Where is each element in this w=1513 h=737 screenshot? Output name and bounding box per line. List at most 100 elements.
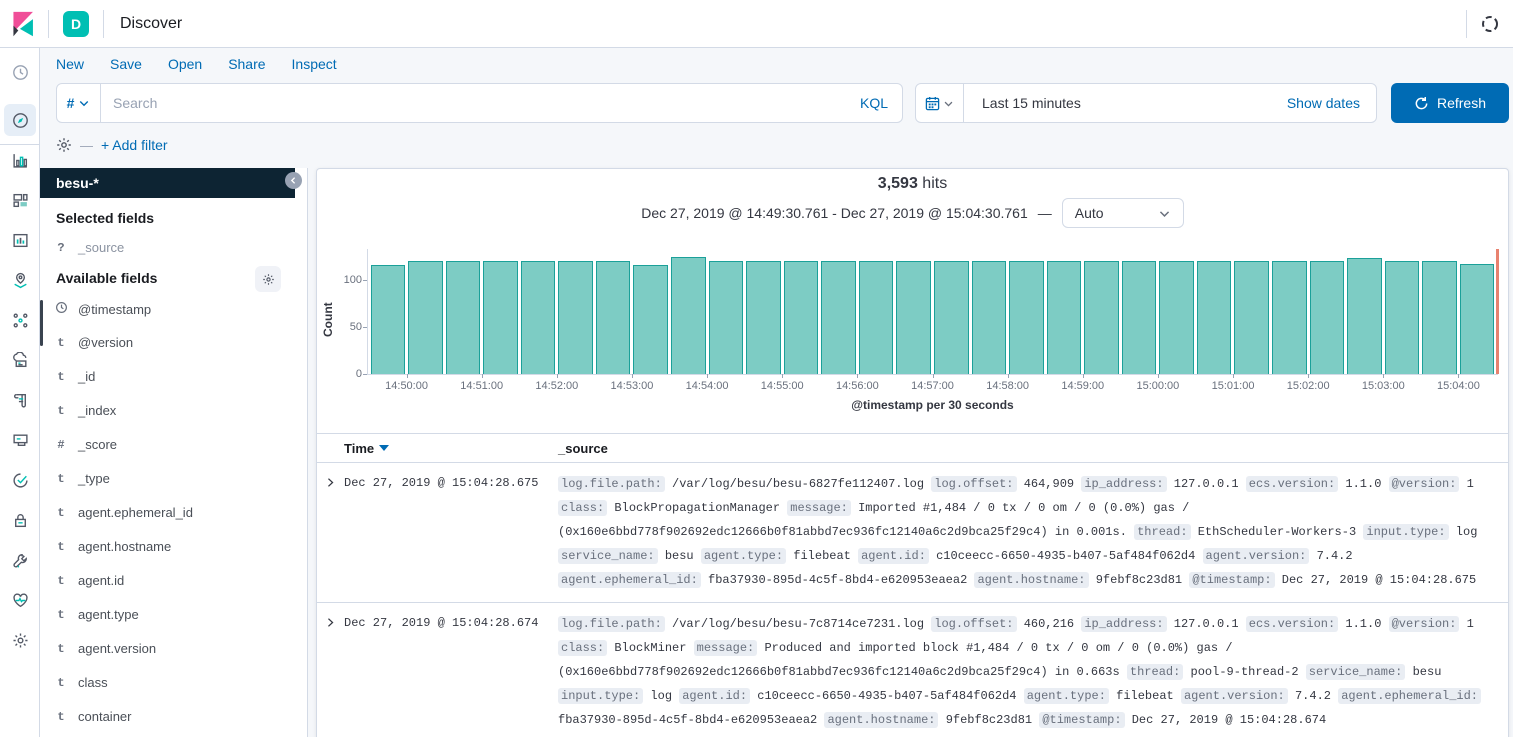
refresh-button[interactable]: Refresh (1391, 83, 1509, 123)
interval-select[interactable]: Auto (1062, 198, 1184, 228)
field-key-badge[interactable]: input.type: (1363, 524, 1448, 540)
field-key-badge[interactable]: message: (787, 500, 851, 516)
histogram-bar[interactable] (784, 261, 819, 374)
histogram-bar[interactable] (1084, 261, 1119, 374)
fields-filter-gear-icon[interactable] (255, 266, 281, 292)
time-range-value[interactable]: Last 15 minutes (964, 95, 1271, 111)
available-field-agent.version[interactable]: tagent.version (54, 641, 289, 656)
available-field-@version[interactable]: t@version (54, 335, 289, 350)
available-field-class[interactable]: tclass (54, 675, 289, 690)
logs-scroll-icon[interactable] (4, 384, 36, 416)
calendar-button[interactable] (916, 84, 964, 122)
dashboard-icon[interactable] (4, 184, 36, 216)
histogram-bar[interactable] (1197, 261, 1232, 374)
histogram-bar[interactable] (1047, 261, 1082, 374)
new-button[interactable]: New (56, 56, 84, 72)
index-pattern-selector[interactable]: besu-* (40, 168, 295, 198)
field-key-badge[interactable]: log.offset: (931, 616, 1016, 632)
expand-row-chevron-icon[interactable] (317, 612, 344, 732)
histogram-bar[interactable] (821, 261, 856, 374)
field-key-badge[interactable]: agent.version: (1181, 688, 1288, 704)
histogram-bar[interactable] (1272, 261, 1307, 374)
field-key-badge[interactable]: ecs.version: (1246, 616, 1338, 632)
available-field-agent.hostname[interactable]: tagent.hostname (54, 539, 289, 554)
uptime-clock-icon[interactable] (4, 464, 36, 496)
histogram-bar[interactable] (859, 261, 894, 374)
field-key-badge[interactable]: log.file.path: (558, 616, 665, 632)
canvas-icon[interactable] (4, 224, 36, 256)
siem-lock-icon[interactable] (4, 504, 36, 536)
histogram-bar[interactable] (896, 261, 931, 374)
histogram-bar[interactable] (483, 261, 518, 374)
available-field-_type[interactable]: t_type (54, 471, 289, 486)
filter-settings-gear-icon[interactable] (56, 137, 72, 153)
field-key-badge[interactable]: agent.hostname: (824, 712, 938, 728)
machine-learning-icon[interactable] (4, 304, 36, 336)
selected-field-_source[interactable]: ?_source (54, 240, 289, 255)
field-key-badge[interactable]: agent.id: (858, 548, 929, 564)
available-field-agent.id[interactable]: tagent.id (54, 573, 289, 588)
field-key-badge[interactable]: service_name: (558, 548, 658, 564)
visualize-chart-icon[interactable] (4, 144, 36, 176)
histogram-bar[interactable] (1234, 261, 1269, 374)
field-key-badge[interactable]: @timestamp: (1039, 712, 1124, 728)
histogram-bar[interactable] (1122, 261, 1157, 374)
show-dates-button[interactable]: Show dates (1271, 95, 1376, 111)
available-field-agent.type[interactable]: tagent.type (54, 607, 289, 622)
field-key-badge[interactable]: log.offset: (931, 476, 1016, 492)
devtools-wrench-icon[interactable] (4, 544, 36, 576)
field-key-badge[interactable]: agent.hostname: (974, 572, 1088, 588)
histogram-bar[interactable] (1310, 261, 1345, 374)
available-field-container[interactable]: tcontainer (54, 709, 289, 724)
histogram-bar[interactable] (1009, 261, 1044, 374)
field-key-badge[interactable]: thread: (1134, 524, 1190, 540)
open-button[interactable]: Open (168, 56, 202, 72)
histogram-bar[interactable] (671, 257, 706, 375)
field-key-badge[interactable]: class: (558, 500, 607, 516)
discover-compass-icon[interactable] (4, 104, 36, 136)
field-key-badge[interactable]: ip_address: (1081, 476, 1166, 492)
histogram-bar[interactable] (709, 261, 744, 374)
kibana-logo[interactable] (0, 11, 48, 37)
field-key-badge[interactable]: agent.id: (679, 688, 750, 704)
histogram-bar[interactable] (1422, 261, 1457, 374)
available-field-_score[interactable]: #_score (54, 437, 289, 452)
field-key-badge[interactable]: @timestamp: (1189, 572, 1274, 588)
query-language-filter-button[interactable]: # (57, 84, 101, 122)
histogram-bar[interactable] (746, 261, 781, 374)
histogram-bar[interactable] (934, 261, 969, 374)
field-key-badge[interactable]: agent.ephemeral_id: (1338, 688, 1481, 704)
histogram-bar[interactable] (1347, 258, 1382, 374)
add-filter-button[interactable]: + Add filter (101, 137, 168, 153)
histogram-bar[interactable] (1159, 261, 1194, 374)
field-key-badge[interactable]: input.type: (558, 688, 643, 704)
histogram-bar[interactable] (446, 261, 481, 374)
time-column-header[interactable]: Time (317, 441, 558, 456)
histogram-bar[interactable] (972, 261, 1007, 374)
available-field-agent.ephemeral_id[interactable]: tagent.ephemeral_id (54, 505, 289, 520)
histogram-bar[interactable] (596, 261, 631, 374)
collapse-sidebar-button[interactable] (285, 172, 302, 189)
field-key-badge[interactable]: service_name: (1306, 664, 1406, 680)
discover-app-badge[interactable]: D (63, 11, 89, 37)
histogram-bar[interactable] (371, 265, 406, 374)
recent-clock-icon[interactable] (4, 56, 36, 88)
field-key-badge[interactable]: ip_address: (1081, 616, 1166, 632)
field-key-badge[interactable]: message: (694, 640, 758, 656)
field-key-badge[interactable]: agent.type: (701, 548, 786, 564)
field-key-badge[interactable]: thread: (1127, 664, 1183, 680)
kql-button[interactable]: KQL (846, 84, 902, 122)
field-key-badge[interactable]: log.file.path: (558, 476, 665, 492)
histogram-bar[interactable] (521, 261, 556, 374)
expand-row-chevron-icon[interactable] (317, 472, 344, 592)
field-key-badge[interactable]: ecs.version: (1246, 476, 1338, 492)
metrics-cloud-icon[interactable] (4, 344, 36, 376)
field-key-badge[interactable]: class: (558, 640, 607, 656)
save-button[interactable]: Save (110, 56, 142, 72)
histogram-bar[interactable] (633, 265, 668, 374)
histogram-bar[interactable] (1460, 264, 1495, 374)
available-field-@timestamp[interactable]: @timestamp (54, 301, 289, 318)
field-key-badge[interactable]: @version: (1389, 476, 1460, 492)
field-key-badge[interactable]: agent.version: (1203, 548, 1310, 564)
available-field-_index[interactable]: t_index (54, 403, 289, 418)
